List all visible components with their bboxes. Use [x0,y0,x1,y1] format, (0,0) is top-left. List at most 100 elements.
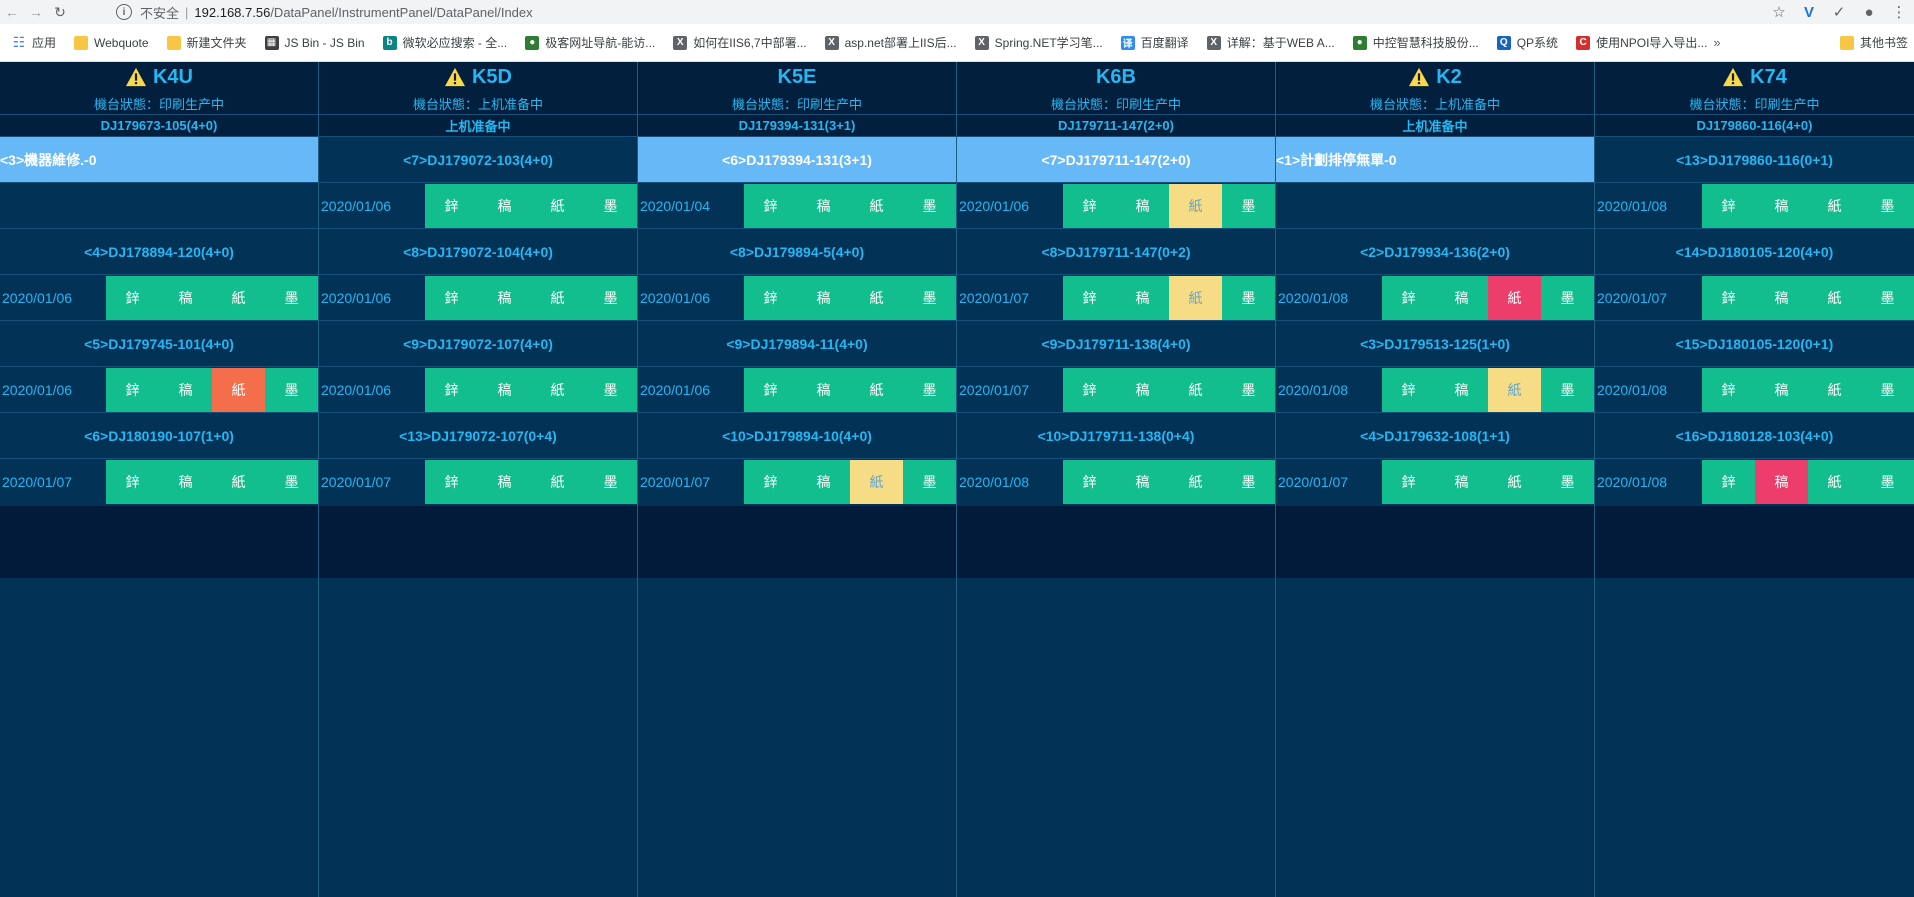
reload-icon[interactable]: ↻ [48,0,72,24]
profile-icon[interactable]: ● [1854,0,1884,24]
job-title[interactable]: <9>DJ179711-138(4+0) [957,320,1275,366]
stage-cell: 墨 [584,183,637,228]
job-date: 2020/01/06 [321,197,392,214]
job-title[interactable]: <3>DJ179513-125(1+0) [1276,320,1594,366]
job-title[interactable]: <13>DJ179860-116(0+1) [1595,136,1914,182]
job-date: 2020/01/07 [959,289,1030,306]
back-icon[interactable]: ← [0,0,24,24]
bookmark-item[interactable]: Χasp.net部署上IIS后... [824,34,957,51]
bookmark-item[interactable]: Χ Spring.NET学习笔... [974,34,1103,51]
job-date: 2020/01/06 [321,289,392,306]
job-title[interactable]: <7>DJ179072-103(4+0) [319,136,637,182]
baidu-translate-icon: 译 [1120,35,1135,50]
folder-icon [166,35,181,50]
job-date: 2020/01/08 [1278,289,1349,306]
stage-cell: 紙 [1808,275,1861,320]
warning-icon [1409,67,1430,87]
bookmark-item[interactable]: 译百度翻译 [1120,34,1189,51]
machine-column: K5E 機台狀態：印刷生产中 DJ179394-131(3+1) <6>DJ17939… [638,62,957,897]
bookmark-item[interactable]: ● 极客网址导航-能访... [525,34,655,51]
job-title[interactable]: <2>DJ179934-136(2+0) [1276,228,1594,274]
bookmark-label: 如何在IIS6,7中部署... [693,36,807,50]
stage-cell: 紙 [212,275,265,320]
browser-toolbar: ← → ↻ i 不安全 | 192.168.7.56 /DataPanel/In… [0,0,1914,24]
bookmark-item[interactable]: Χ 如何在IIS6,7中部署... [673,34,807,51]
jsbin-icon: ▦ [264,35,279,50]
stage-cell: 墨 [265,459,318,504]
bookmark-item[interactable]: Q QP系统 [1496,34,1558,51]
cnblogs-icon: Χ [1206,35,1221,50]
job-title[interactable]: <6>DJ179394-131(3+1) [638,136,956,182]
job-title[interactable]: <8>DJ179072-104(4+0) [319,228,637,274]
job-date: 2020/01/06 [2,381,73,398]
machine-name: K74 [1750,65,1787,88]
job-title[interactable]: <9>DJ179072-107(4+0) [319,320,637,366]
job-title[interactable]: <9>DJ179894-11(4+0) [638,320,956,366]
info-icon[interactable]: i [116,4,132,20]
machine-header: K4U [0,62,318,92]
job-progress-row: 2020/01/07 鋅稿紙墨 [1276,458,1594,504]
stage-cell: 稿 [478,367,531,412]
job-title[interactable]: <15>DJ180105-120(0+1) [1595,320,1914,366]
job-title[interactable]: <8>DJ179711-147(0+2) [957,228,1275,274]
bookmark-item[interactable]: Χ 详解：基于WEB A... [1206,34,1335,51]
job-date: 2020/01/07 [2,473,73,490]
job-progress-row: 2020/01/07 鋅稿紙墨 [957,366,1275,412]
stage-cell: 稿 [1435,367,1488,412]
bookmark-item[interactable]: C 使用NPOI导入导出... [1576,34,1707,51]
machine-column: K74 機台狀態：印刷生产中 DJ179860-116(4+0) <13>DJ1798… [1595,62,1914,897]
bookmarks-overflow-icon[interactable]: » [1713,35,1720,50]
job-title[interactable]: <13>DJ179072-107(0+4) [319,412,637,458]
job-title[interactable]: <4>DJ178894-120(4+0) [0,228,318,274]
job-title[interactable]: <8>DJ179894-5(4+0) [638,228,956,274]
job-title[interactable]: <3>機器維修.-0 [0,136,318,182]
stage-cell: 鋅 [1063,183,1116,228]
stage-cell: 稿 [159,367,212,412]
stage-cell: 鋅 [744,275,797,320]
job-date: 2020/01/08 [959,473,1030,490]
machine-column: K5D 機台狀態：上机准备中 上机准备中 <7>DJ179072-103(4+0) 20… [319,62,638,897]
other-bookmarks[interactable]: 其他书签 [1839,34,1908,51]
stage-cell: 紙 [850,183,903,228]
job-progress-row: 2020/01/08 鋅稿紙墨 [1595,182,1914,228]
stage-cell: 墨 [1861,183,1914,228]
stage-cell: 稿 [797,459,850,504]
job-progress-row [1276,182,1594,228]
menu-icon[interactable]: ⋮ [1884,0,1914,24]
bookmark-item[interactable]: ▦ JS Bin - JS Bin [264,35,365,50]
bookmark-label: 极客网址导航-能访... [545,36,656,50]
job-title[interactable]: <10>DJ179711-138(0+4) [957,412,1275,458]
job-title[interactable]: <5>DJ179745-101(4+0) [0,320,318,366]
bookmark-item[interactable]: Webquote [74,35,149,50]
job-title[interactable]: <4>DJ179632-108(1+1) [1276,412,1594,458]
machine-name: K5D [471,65,512,88]
job-progress-row: 2020/01/07 鋅稿紙墨 [1595,274,1914,320]
bookmark-item[interactable]: ● 中控智慧科技股份... [1352,34,1479,51]
stage-cell: 鋅 [1702,367,1755,412]
bookmark-item[interactable]: ☷ 应用 [12,34,56,51]
job-title[interactable]: <10>DJ179894-10(4+0) [638,412,956,458]
job-title[interactable]: <14>DJ180105-120(4+0) [1595,228,1914,274]
stage-cell: 紙 [1169,459,1222,504]
url-separator: | [185,4,189,20]
stage-cell: 鋅 [425,275,478,320]
job-title[interactable]: <7>DJ179711-147(2+0) [957,136,1275,182]
job-progress-row: 2020/01/06 鋅稿紙墨 [319,182,637,228]
star-icon[interactable]: ☆ [1764,0,1794,24]
job-date: 2020/01/07 [959,381,1030,398]
forward-icon[interactable]: → [24,0,48,24]
bookmark-label: 详解：基于WEB A... [1226,36,1335,50]
extension-v-icon[interactable]: V [1794,0,1824,24]
job-title[interactable]: <6>DJ180190-107(1+0) [0,412,318,458]
address-bar[interactable]: i 不安全 | 192.168.7.56 /DataPanel/Instrume… [108,1,1778,23]
bookmark-item[interactable]: b 微软必应搜索 - 全... [382,34,507,51]
job-title[interactable]: <16>DJ180128-103(4+0) [1595,412,1914,458]
bookmark-item[interactable]: 新建文件夹 [166,34,247,51]
machine-header: K2 [1276,62,1594,92]
job-progress-row: 2020/01/07 鋅稿紙墨 [0,458,318,504]
url-path: /DataPanel/InstrumentPanel/DataPanel/Ind… [270,4,533,20]
stage-cell: 紙 [1488,275,1541,320]
globe-icon: ● [525,35,540,50]
extension-check-icon[interactable]: ✓ [1824,0,1854,24]
job-title[interactable]: <1>計劃排停無單-0 [1276,136,1594,182]
